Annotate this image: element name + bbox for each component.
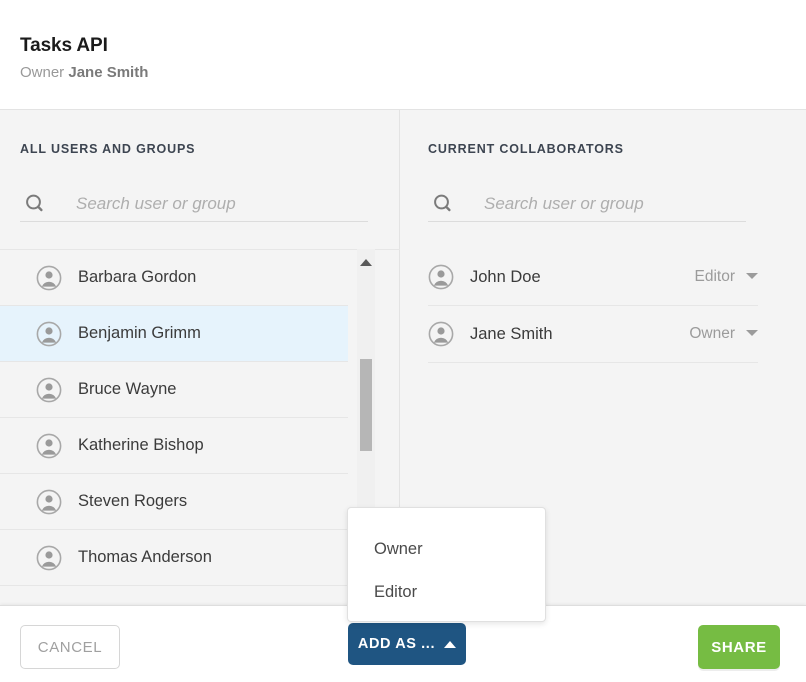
user-name: Katherine Bishop [78,436,204,454]
collaborators-list: John Doe Editor Jane Smith Owner [428,249,758,363]
search-icon [20,193,48,215]
role-dropdown-menu[interactable]: Owner Editor [347,507,546,622]
all-users-search[interactable] [20,186,368,222]
collaborators-search[interactable] [428,186,746,222]
avatar [36,377,62,403]
collaborator-name: John Doe [470,267,541,286]
user-name: Barbara Gordon [78,268,197,286]
collaborators-heading: CURRENT COLLABORATORS [428,142,624,156]
search-icon [428,193,456,215]
all-users-heading: ALL USERS AND GROUPS [20,142,196,156]
avatar [428,321,454,347]
user-name: Steven Rogers [78,492,188,510]
collaborators-search-input[interactable] [456,188,746,219]
role-option[interactable]: Editor [348,571,545,614]
user-list-item[interactable]: Steven Rogers [0,474,348,530]
collaborator-role-dropdown[interactable]: Editor [694,268,758,286]
user-list-item[interactable]: Benjamin Grimm [0,306,348,362]
chevron-down-icon [746,273,758,279]
scrollbar-thumb[interactable] [360,359,372,451]
avatar [36,433,62,459]
collaborator-row: John Doe Editor [428,249,758,306]
all-users-panel: ALL USERS AND GROUPS Barbara Gordon Benja… [0,110,400,605]
collaborator-row: Jane Smith Owner [428,306,758,363]
add-as-label: ADD AS ... [357,636,436,652]
share-button[interactable]: SHARE [698,625,780,669]
all-users-search-input[interactable] [48,188,368,219]
add-as-button[interactable]: ADD AS ... [348,623,466,665]
collaborator-role-label: Editor [694,268,736,285]
user-name: Bruce Wayne [78,380,177,398]
owner-line: Owner Jane Smith [20,62,806,83]
user-name: Thomas Anderson [78,548,212,566]
share-dialog: Tasks API Owner Jane Smith ALL USERS AND… [0,0,806,682]
collaborator-name: Jane Smith [470,324,553,343]
avatar [36,545,62,571]
caret-up-icon [444,641,457,648]
user-list-item[interactable]: Bruce Wayne [0,362,348,418]
avatar [36,489,62,515]
user-list-item[interactable]: Thomas Anderson [0,530,348,586]
dialog-header: Tasks API Owner Jane Smith [0,0,806,110]
owner-label: Owner [20,64,65,81]
avatar [36,321,62,347]
avatar [428,264,454,290]
triangle-up-icon[interactable] [360,259,372,266]
owner-name: Jane Smith [68,64,149,81]
collaborator-role-dropdown[interactable]: Owner [689,325,758,343]
page-title: Tasks API [20,35,108,56]
all-users-list[interactable]: Barbara Gordon Benjamin Grimm Bruce Wayne K… [0,249,400,605]
avatar [36,265,62,291]
user-list-item[interactable]: Katherine Bishop [0,418,348,474]
chevron-down-icon [746,330,758,336]
role-option[interactable]: Owner [348,528,545,571]
collaborator-role-label: Owner [689,325,735,342]
user-list-item[interactable]: Barbara Gordon [0,250,348,306]
cancel-button[interactable]: CANCEL [20,625,120,669]
user-name: Benjamin Grimm [78,324,201,342]
